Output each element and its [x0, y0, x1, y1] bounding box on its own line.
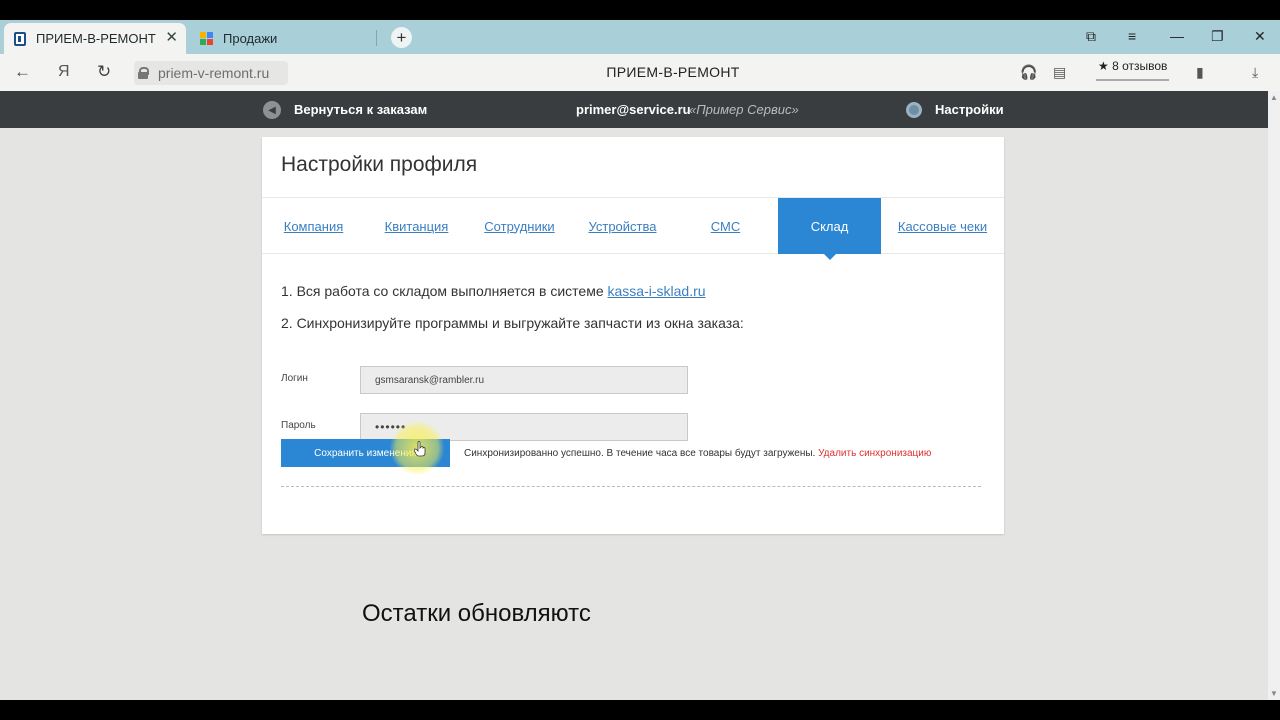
tab-warehouse[interactable]: Склад — [778, 198, 881, 260]
url-field[interactable]: priem-v-remont.ru — [134, 61, 288, 85]
tab-devices[interactable]: Устройства — [571, 198, 674, 254]
tab-company[interactable]: Компания — [262, 198, 365, 254]
browser-tab-active[interactable]: ПРИЕМ-В-РЕМОНТ ✕ — [4, 23, 186, 54]
back-to-orders-link[interactable]: Вернуться к заказам — [294, 102, 427, 117]
scroll-up-icon[interactable]: ▲ — [1270, 93, 1278, 102]
login-label: Логин — [281, 373, 308, 384]
instruction-text: 1. Вся работа со складом выполняется в с… — [281, 283, 608, 299]
bookmark-icon[interactable]: ▮ — [1196, 64, 1204, 81]
vertical-scrollbar[interactable]: ▲ ▼ — [1268, 91, 1280, 700]
settings-tabs: Компания Квитанция Сотрудники Устройства… — [262, 197, 1004, 260]
settings-link[interactable]: Настройки — [935, 102, 1004, 117]
reviews-button[interactable]: ★ 8 отзывов — [1096, 59, 1170, 81]
yandex-logo-icon[interactable]: Я — [58, 63, 70, 81]
close-tab-icon[interactable]: ✕ — [165, 30, 178, 46]
back-chevron-icon[interactable]: ◀ — [263, 101, 281, 119]
sales-favicon-icon — [200, 32, 213, 45]
browser-tab[interactable]: Продажи — [192, 23, 374, 54]
back-arrow-icon[interactable]: ← — [14, 63, 31, 81]
tab-sms[interactable]: СМС — [674, 198, 777, 254]
instruction-line-1: 1. Вся работа со складом выполняется в с… — [281, 283, 706, 299]
reload-icon[interactable]: ↻ — [97, 63, 111, 81]
tab-separator — [376, 30, 377, 46]
gear-icon[interactable] — [906, 102, 922, 118]
scroll-down-icon[interactable]: ▼ — [1270, 689, 1278, 698]
login-field[interactable]: gsmsaransk@rambler.ru — [360, 366, 688, 394]
window-close-icon[interactable]: ✕ — [1254, 28, 1266, 45]
site-favicon-icon — [14, 31, 26, 46]
restore-icon[interactable]: ❐ — [1211, 28, 1224, 45]
page-title-bar: ПРИЕМ-В-РЕМОНТ — [606, 64, 740, 80]
tab-bar: ПРИЕМ-В-РЕМОНТ ✕ Продажи + ⧉ ≡ — ❐ ✕ — [0, 20, 1280, 54]
video-frame: ПРИЕМ-В-РЕМОНТ ✕ Продажи + ⧉ ≡ — ❐ ✕ ← Я… — [0, 0, 1280, 720]
video-subtitle: Остатки обновляютс — [362, 600, 591, 627]
sync-status-text: Синхронизированно успешно. В течение час… — [464, 448, 816, 459]
sync-status: Синхронизированно успешно. В течение час… — [464, 448, 931, 459]
password-label: Пароль — [281, 420, 316, 431]
tab-title: Продажи — [223, 31, 278, 46]
browser-window: ПРИЕМ-В-РЕМОНТ ✕ Продажи + ⧉ ≡ — ❐ ✕ ← Я… — [0, 20, 1280, 700]
divider — [281, 486, 981, 487]
url-text: priem-v-remont.ru — [158, 65, 270, 81]
reader-mode-icon[interactable]: ▤ — [1053, 64, 1066, 81]
page-title: Настройки профиля — [281, 153, 478, 176]
tab-receipt[interactable]: Квитанция — [365, 198, 468, 254]
tab-employees[interactable]: Сотрудники — [468, 198, 571, 254]
delete-sync-link[interactable]: Удалить синхронизацию — [818, 448, 931, 459]
tab-cash-receipts[interactable]: Кассовые чеки — [881, 198, 1004, 254]
headphones-icon[interactable]: 🎧 — [1020, 64, 1037, 81]
profile-settings-card: Настройки профиля Компания Квитанция Сот… — [262, 137, 1004, 534]
menu-icon[interactable]: ≡ — [1128, 28, 1136, 44]
account-email: primer@service.ru — [576, 102, 691, 117]
hand-cursor-icon — [414, 441, 426, 457]
download-icon[interactable]: ⤓ — [1252, 64, 1258, 81]
new-tab-button[interactable]: + — [391, 27, 412, 48]
tab-title: ПРИЕМ-В-РЕМОНТ — [36, 31, 156, 46]
company-name: «Пример Сервис» — [689, 102, 799, 117]
minimize-icon[interactable]: — — [1170, 28, 1184, 44]
instruction-line-2: 2. Синхронизируйте программы и выгружайт… — [281, 315, 744, 331]
collections-icon[interactable]: ⧉ — [1086, 28, 1096, 45]
address-bar: ← Я ↻ priem-v-remont.ru ПРИЕМ-В-РЕМОНТ 🎧… — [0, 54, 1280, 92]
site-header: ◀ Вернуться к заказам primer@service.ru … — [0, 91, 1268, 128]
kassa-link[interactable]: kassa-i-sklad.ru — [608, 283, 706, 299]
lock-icon — [138, 67, 149, 79]
